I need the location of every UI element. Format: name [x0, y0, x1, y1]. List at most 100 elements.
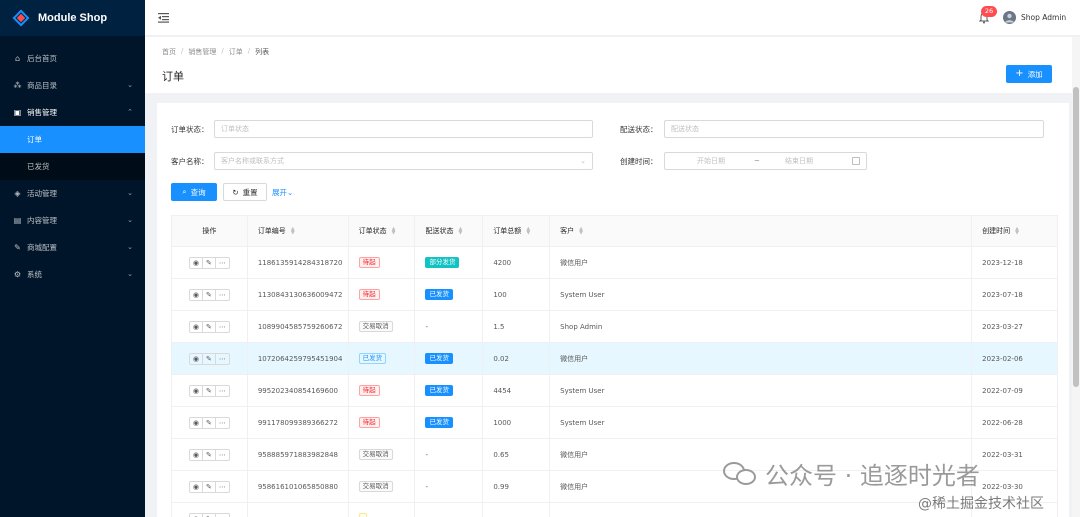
breadcrumb-separator: /	[221, 47, 224, 55]
order-amount: 0.65	[493, 450, 509, 459]
customer-select[interactable]: 客户名称或联系方式 ⌄	[214, 152, 593, 170]
more-icon[interactable]: ⋯	[216, 514, 229, 517]
breadcrumb-sales[interactable]: 销售管理	[188, 47, 216, 57]
sidebar-item-config[interactable]: ✎ 商城配置 ⌄	[0, 234, 145, 261]
sort-icon[interactable]: ▲ ▼	[579, 227, 583, 236]
column-header-delivery-status[interactable]: 配送状态 ▲ ▼	[415, 216, 484, 246]
logo[interactable]: Module Shop	[0, 0, 145, 36]
table-row[interactable]: ◉ ✎ ⋯ 1130843130636009472 待起 已发货 100 Sys…	[172, 279, 1057, 311]
table-row[interactable]: ◉ ✎ ⋯ 991178099389366272 待起 已发货 1000 Sys…	[172, 407, 1057, 439]
date-range-picker[interactable]: 开始日期 ~ 结束日期	[664, 152, 867, 170]
sidebar-item-activity[interactable]: ◈ 活动管理 ⌄	[0, 180, 145, 207]
edit-icon[interactable]: ✎	[203, 385, 216, 396]
actions-cell: ◉ ✎ ⋯	[172, 279, 248, 310]
content-card: 订单状态： 订单状态 配送状态： 配送状态 客户名称： 客户名称或联系方式 ⌄ …	[157, 103, 1069, 517]
order-status-tag: 交易取消	[358, 321, 393, 332]
more-icon[interactable]: ⋯	[216, 482, 229, 492]
query-button[interactable]: ⌕ 查询	[171, 183, 217, 201]
column-header-amount[interactable]: 订单总额 ▲ ▼	[483, 216, 551, 246]
view-icon[interactable]: ◉	[190, 289, 203, 300]
more-icon[interactable]: ⋯	[216, 322, 229, 332]
sidebar-item-orders[interactable]: 订单	[0, 126, 145, 153]
sidebar-item-catalog[interactable]: ⁂ 商品目录 ⌄	[0, 72, 145, 99]
sort-icon[interactable]: ▲ ▼	[291, 227, 295, 236]
edit-icon[interactable]: ✎	[203, 481, 216, 492]
table-row[interactable]: ◉ ✎ ⋯ 1089904585759260672 交易取消 - 1.5 Sho…	[172, 311, 1057, 343]
more-icon[interactable]: ⋯	[216, 258, 229, 268]
edit-icon[interactable]: ✎	[203, 449, 216, 460]
order-id[interactable]: 1186135914284318720	[258, 259, 343, 267]
order-id[interactable]: 1072064259795451904	[258, 355, 343, 363]
view-icon[interactable]: ◉	[190, 353, 203, 364]
sidebar-item-label: 商城配置	[27, 243, 57, 252]
scrollbar[interactable]	[1072, 37, 1080, 517]
order-status-tag: 交易取消	[358, 481, 393, 492]
row-actions: ◉ ✎ ⋯	[188, 288, 230, 301]
app-name: Module Shop	[38, 12, 108, 24]
edit-icon[interactable]: ✎	[203, 289, 216, 300]
view-icon[interactable]: ◉	[190, 417, 203, 428]
more-icon[interactable]: ⋯	[216, 354, 229, 364]
order-id-cell: 958616101065850880	[248, 471, 349, 502]
edit-icon[interactable]: ✎	[203, 417, 216, 428]
delivery-status-cell: 已发货	[415, 407, 484, 438]
sort-icon[interactable]: ▲ ▼	[1015, 227, 1019, 236]
table-row[interactable]: ◉ ✎ ⋯ 995202340854169600 待起 已发货 4454 Sys…	[172, 375, 1057, 407]
more-icon[interactable]: ⋯	[216, 290, 229, 300]
sales-icon: ▣	[13, 108, 22, 117]
edit-icon[interactable]: ✎	[203, 353, 216, 364]
breadcrumb-home[interactable]: 首页	[162, 47, 176, 57]
sidebar-item-shipped[interactable]: 已发货	[0, 153, 145, 180]
view-icon[interactable]: ◉	[190, 385, 203, 396]
order-id[interactable]: 1089904585759260672	[258, 323, 343, 331]
view-icon[interactable]: ◉	[190, 513, 203, 517]
sidebar-item-system[interactable]: ⚙ 系统 ⌄	[0, 261, 145, 288]
more-icon[interactable]: ⋯	[216, 450, 229, 460]
table-row[interactable]: ◉ ✎ ⋯ 1072064259795451904 已发货 已发货 0.02 微…	[172, 343, 1057, 375]
amount-cell: 0.02	[483, 343, 551, 374]
order-status-select[interactable]: 订单状态	[214, 120, 593, 138]
sort-icon[interactable]: ▲ ▼	[458, 227, 462, 236]
username[interactable]: Shop Admin	[1021, 13, 1066, 22]
table-row[interactable]: ◉ ✎ ⋯ 1186135914284318720 待起 部分发货 4200 微…	[172, 247, 1057, 279]
sort-icon[interactable]: ▲ ▼	[526, 227, 530, 236]
column-header-customer[interactable]: 客户 ▲ ▼	[550, 216, 973, 246]
add-button[interactable]: + 添加	[1006, 65, 1052, 83]
scroll-thumb[interactable]	[1073, 87, 1079, 387]
column-header-order-status[interactable]: 订单状态 ▲ ▼	[349, 216, 416, 246]
view-icon[interactable]: ◉	[190, 481, 203, 492]
edit-icon[interactable]: ✎	[203, 321, 216, 332]
column-header-created[interactable]: 创建时间 ▲ ▼	[972, 216, 1057, 246]
delivery-status-select[interactable]: 配送状态	[664, 120, 1044, 138]
expand-link[interactable]: 展开⌄	[272, 187, 293, 198]
view-icon[interactable]: ◉	[190, 257, 203, 268]
sidebar-item-home[interactable]: ⌂ 后台首页	[0, 45, 145, 72]
order-id[interactable]: 995202340854169600	[258, 387, 338, 395]
breadcrumb-orders[interactable]: 订单	[229, 47, 243, 57]
order-id[interactable]: 1130843130636009472	[258, 291, 343, 299]
delivery-status-tag: 已发货	[425, 385, 453, 396]
avatar[interactable]	[1003, 11, 1016, 24]
config-icon: ✎	[14, 243, 21, 252]
view-icon[interactable]: ◉	[190, 321, 203, 332]
sidebar-item-sales[interactable]: ▣ 销售管理 ⌃	[0, 99, 145, 126]
edit-icon[interactable]: ✎	[203, 513, 216, 517]
more-icon[interactable]: ⋯	[216, 418, 229, 428]
column-header-order-id[interactable]: 订单编号 ▲ ▼	[248, 216, 349, 246]
created-time-label: 创建时间：	[620, 157, 658, 166]
sort-icon[interactable]: ▲ ▼	[392, 227, 396, 236]
order-id[interactable]: 991178099389366272	[258, 419, 338, 427]
edit-icon[interactable]: ✎	[203, 257, 216, 268]
order-id[interactable]: 958885971883982848	[258, 451, 338, 459]
view-icon[interactable]: ◉	[190, 449, 203, 460]
start-date-placeholder[interactable]: 开始日期	[697, 153, 725, 169]
delivery-status-tag: 部分发货	[425, 257, 460, 268]
order-id[interactable]: 958616101065850880	[258, 483, 338, 491]
created-date: 2022-07-09	[982, 386, 1023, 395]
end-date-placeholder[interactable]: 结束日期	[785, 153, 813, 169]
more-icon[interactable]: ⋯	[216, 386, 229, 396]
order-status-tag: 待起	[358, 417, 380, 428]
reset-button[interactable]: ↻ 重置	[223, 183, 267, 201]
sidebar-item-content[interactable]: ▤ 内容管理 ⌄	[0, 207, 145, 234]
menu-fold-icon[interactable]	[158, 12, 169, 23]
